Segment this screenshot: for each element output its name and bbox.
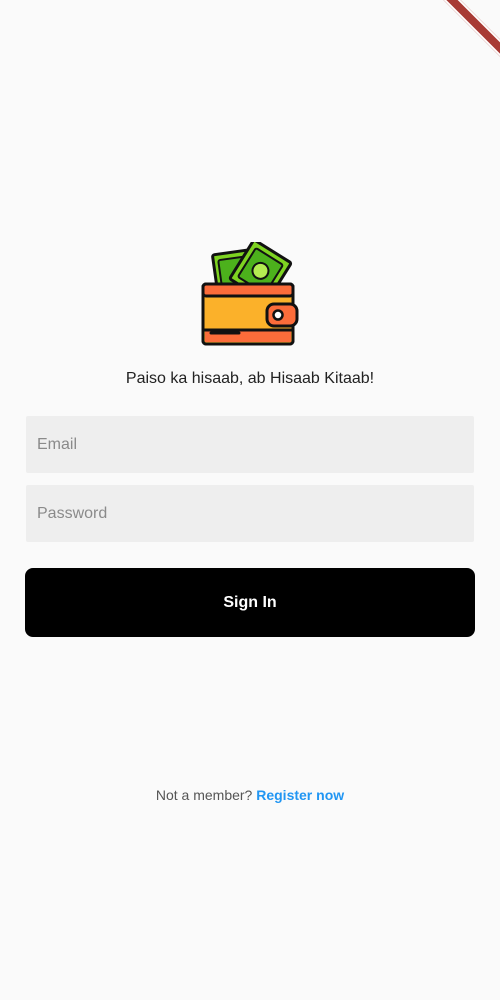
password-input[interactable]: [26, 485, 474, 542]
email-input[interactable]: [26, 416, 474, 473]
password-field[interactable]: [26, 485, 474, 542]
debug-banner-stripe: [440, 0, 500, 60]
register-prompt-row: Not a member? Register now: [0, 787, 500, 803]
email-field[interactable]: [26, 416, 474, 473]
register-now-link[interactable]: Register now: [256, 787, 344, 803]
app-tagline: Paiso ka hisaab, ab Hisaab Kitaab!: [125, 370, 375, 387]
register-prompt-text: Not a member?: [155, 787, 253, 803]
wallet-with-cash-icon: [199, 238, 301, 348]
sign-in-button[interactable]: Sign In: [25, 568, 475, 637]
login-screen: Paiso ka hisaab, ab Hisaab Kitaab! Sign …: [0, 0, 500, 1000]
debug-banner: [440, 0, 500, 60]
